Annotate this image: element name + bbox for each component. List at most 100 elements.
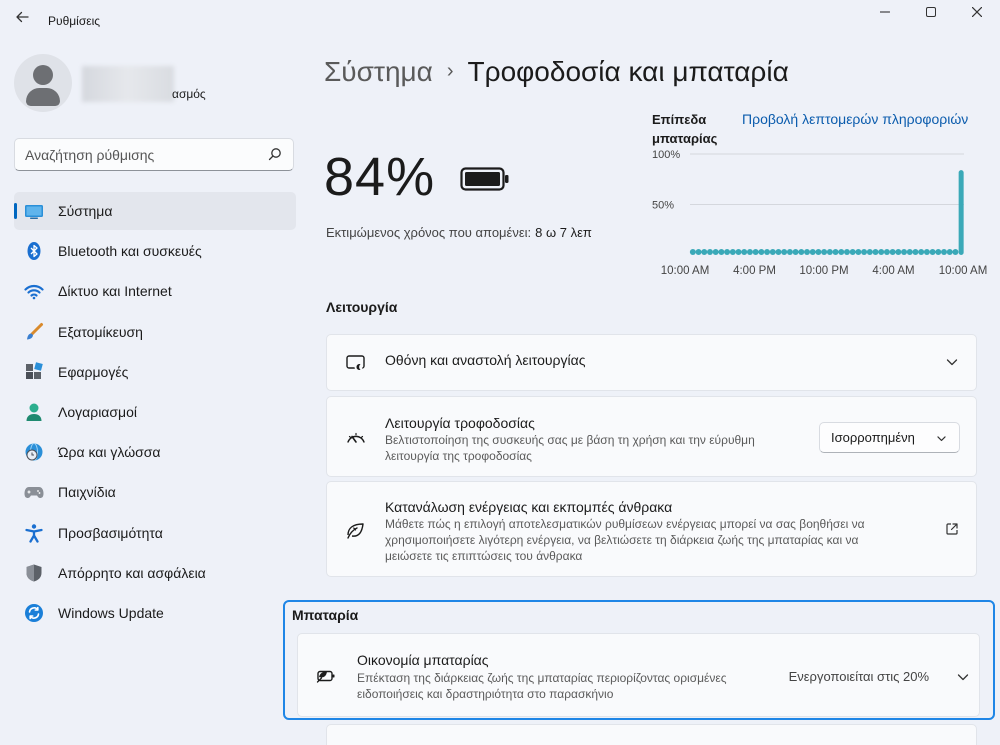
remaining-time-value: 8 ω 7 λεπ (535, 225, 592, 240)
chart-bar (923, 249, 930, 255)
battery-level-chart[interactable]: 100% 50% 10:00 AM 4:00 PM 10:00 PM 4:00 AM 10:… (650, 144, 990, 282)
chart-bar (821, 249, 828, 255)
sidebar-item-privacy-security[interactable]: Απόρρητο και ασφάλεια (14, 554, 296, 592)
chart-bar (906, 249, 913, 255)
back-arrow-icon[interactable] (12, 10, 32, 30)
chart-bar (798, 249, 805, 255)
sidebar-item-time-language[interactable]: Ώρα και γλώσσα (14, 433, 296, 471)
chart-bar (689, 249, 696, 255)
screen-sleep-icon (346, 355, 365, 371)
chart-bar (729, 249, 736, 255)
screen-sleep-card[interactable]: Οθόνη και αναστολή λειτουργίας (326, 334, 977, 391)
battery-saver-title: Οικονομία μπαταρίας (357, 652, 489, 668)
chart-bar (781, 249, 788, 255)
chart-bar (941, 249, 948, 255)
sidebar-item-bluetooth[interactable]: Bluetooth και συσκευές (14, 232, 296, 270)
chart-bar (912, 249, 919, 255)
chart-bar (861, 249, 868, 255)
battery-percentage: 84% (324, 147, 436, 207)
chart-x-tick-label: 10:00 AM (661, 265, 710, 277)
chart-y-tick-label: 50% (652, 200, 674, 212)
chevron-down-icon[interactable] (956, 670, 970, 684)
chart-bar (775, 249, 782, 255)
chart-bar (935, 249, 942, 255)
profile-name-redacted (82, 66, 174, 102)
external-link-icon[interactable] (945, 522, 959, 536)
avatar[interactable] (14, 54, 72, 112)
breadcrumb: Σύστημα › Τροφοδοσία και μπαταρία (324, 56, 789, 88)
chart-bar (769, 249, 776, 255)
breadcrumb-separator: › (446, 60, 454, 82)
windows-update-icon (25, 603, 43, 622)
battery-saver-card[interactable]: Οικονομία μπαταρίας Επέκταση της διάρκει… (297, 633, 980, 717)
chart-bar (883, 249, 890, 255)
sidebar-item-accounts[interactable]: Λογαριασμοί (14, 393, 296, 431)
energy-carbon-title: Κατανάλωση ενέργειας και εκπομπές άνθρακ… (385, 499, 673, 515)
battery-saver-icon (316, 670, 335, 683)
chart-bar (901, 249, 908, 255)
chart-bar (855, 249, 862, 255)
chart-bar (866, 249, 873, 255)
globe-clock-icon (25, 443, 43, 462)
screen-sleep-title: Οθόνη και αναστολή λειτουργίας (385, 352, 586, 368)
sidebar-item-windows-update[interactable]: Windows Update (14, 594, 296, 632)
accessibility-icon (25, 523, 43, 543)
chevron-down-icon[interactable] (945, 355, 959, 369)
power-mode-selected: Ισορροπημένη (831, 430, 915, 445)
sidebar-item-label: Σύστημα (58, 203, 113, 219)
sidebar-item-label: Εξατομίκευση (58, 323, 143, 340)
chart-y-tick-label: 100% (652, 149, 680, 161)
chart-bar (809, 249, 816, 255)
sidebar-item-label: Απόρρητο και ασφάλεια (58, 564, 206, 581)
sidebar-item-apps[interactable]: Εφαρμογές (14, 353, 296, 391)
search-box[interactable] (14, 138, 294, 171)
view-details-link[interactable]: Προβολή λεπτομερών πληροφοριών (742, 111, 968, 127)
power-mode-title: Λειτουργία τροφοδοσίας (385, 415, 535, 431)
maximize-icon[interactable] (908, 2, 954, 24)
title-bar: Ρυθμίσεις (0, 0, 1000, 44)
sidebar-item-label: Παιχνίδια (58, 484, 116, 501)
next-card-partial[interactable] (326, 724, 977, 745)
sidebar-item-system[interactable]: Σύστημα (14, 192, 296, 230)
chart-bar (958, 170, 964, 255)
section-heading-mode: Λειτουργία (326, 299, 398, 315)
power-mode-card: Λειτουργία τροφοδοσίας Βελτιστοποίηση τη… (326, 396, 977, 477)
chart-bar (838, 249, 845, 255)
page-title: Τροφοδοσία και μπαταρία (467, 56, 789, 87)
section-heading-battery: Μπαταρία (292, 607, 359, 623)
chart-bar (895, 249, 902, 255)
chart-bar (918, 249, 925, 255)
chart-bar (826, 249, 833, 255)
sidebar-item-network[interactable]: Δίκτυο και Internet (14, 272, 296, 310)
chart-bar (718, 249, 725, 255)
battery-saver-description: Επέκταση της διάρκειας ζωής της μπαταρία… (357, 671, 727, 701)
sidebar-item-label: Bluetooth και συσκευές (58, 243, 202, 260)
paintbrush-icon (27, 322, 43, 340)
remaining-time: Εκτιμώμενος χρόνος που απομένει: 8 ω 7 λε… (326, 225, 592, 240)
close-icon[interactable] (954, 2, 1000, 24)
chart-bar (735, 249, 742, 255)
chart-x-tick-label: 4:00 PM (733, 265, 776, 277)
chart-bar (752, 249, 759, 255)
bluetooth-icon (27, 242, 41, 261)
chart-x-tick-label: 4:00 AM (872, 265, 914, 277)
chart-bar (832, 249, 839, 255)
energy-carbon-card[interactable]: Κατανάλωση ενέργειας και εκπομπές άνθρακ… (326, 481, 977, 577)
sidebar-item-accessibility[interactable]: Προσβασιμότητα (14, 514, 296, 552)
search-input[interactable] (25, 145, 265, 165)
power-mode-dropdown[interactable]: Ισορροπημένη (819, 422, 960, 453)
minimize-icon[interactable] (862, 2, 908, 24)
chart-title: Επίπεδα μπαταρίας (652, 112, 718, 146)
leaf-icon (347, 523, 364, 539)
sidebar-item-label: Δίκτυο και Internet (58, 283, 172, 300)
search-icon[interactable] (268, 147, 282, 161)
remaining-time-label: Εκτιμώμενος χρόνος που απομένει: (326, 225, 532, 240)
chart-bar (872, 249, 879, 255)
sidebar-item-gaming[interactable]: Παιχνίδια (14, 473, 296, 511)
sidebar-item-personalization[interactable]: Εξατομίκευση (14, 313, 296, 351)
profile-name: ασμός (172, 87, 206, 101)
chart-x-tick-label: 10:00 AM (939, 265, 988, 277)
shield-icon (26, 564, 42, 582)
breadcrumb-parent[interactable]: Σύστημα (324, 56, 433, 87)
chart-bar (741, 249, 748, 255)
